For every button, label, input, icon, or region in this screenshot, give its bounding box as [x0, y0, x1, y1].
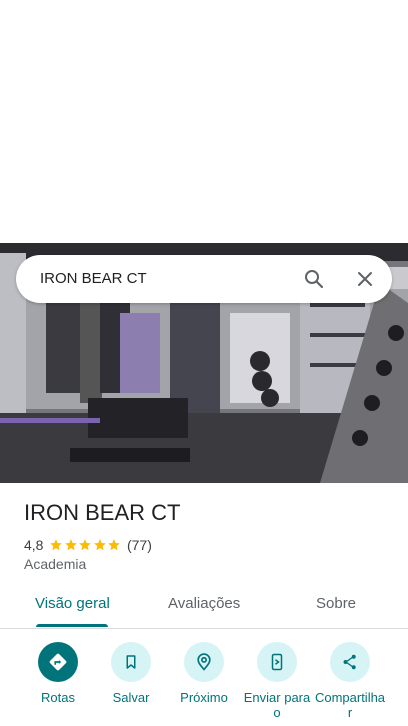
rating-row[interactable]: 4,8 (77): [24, 536, 152, 554]
bookmark-icon: [111, 642, 151, 682]
search-icon[interactable]: [302, 267, 326, 291]
search-input[interactable]: IRON BEAR CT: [40, 255, 147, 303]
save-label: Salvar: [112, 690, 150, 705]
directions-label: Rotas: [41, 690, 75, 705]
tab-reviews[interactable]: Avaliações: [168, 588, 240, 624]
tab-about[interactable]: Sobre: [316, 588, 356, 624]
star-icon: [50, 539, 63, 551]
star-icon: [108, 539, 121, 551]
place-title: IRON BEAR CT: [24, 500, 181, 525]
directions-icon: [38, 642, 78, 682]
rating-value: 4,8: [24, 537, 44, 553]
tab-bar: Visão geral Avaliações Sobre: [0, 588, 408, 629]
directions-button[interactable]: Rotas: [21, 642, 95, 705]
place-category: Academia: [24, 556, 87, 572]
send-to-phone-label: Enviar para o: [243, 690, 311, 720]
share-button[interactable]: Compartilhar: [313, 642, 387, 720]
send-to-phone-button[interactable]: Enviar para o: [240, 642, 314, 720]
send-to-phone-icon: [257, 642, 297, 682]
star-icon: [79, 539, 92, 551]
star-icon: [65, 539, 77, 551]
search-bar[interactable]: IRON BEAR CT: [16, 255, 392, 303]
save-button[interactable]: Salvar: [94, 642, 168, 705]
nearby-icon: [184, 642, 224, 682]
tab-overview[interactable]: Visão geral: [35, 588, 110, 624]
active-tab-indicator: [36, 624, 108, 627]
rating-stars: [49, 538, 122, 552]
review-count[interactable]: (77): [127, 537, 152, 553]
nearby-button[interactable]: Próximo: [167, 642, 241, 705]
share-icon: [330, 642, 370, 682]
star-icon: [94, 539, 106, 551]
nearby-label: Próximo: [180, 690, 228, 705]
share-label: Compartilhar: [314, 690, 386, 720]
close-icon[interactable]: [353, 267, 377, 291]
